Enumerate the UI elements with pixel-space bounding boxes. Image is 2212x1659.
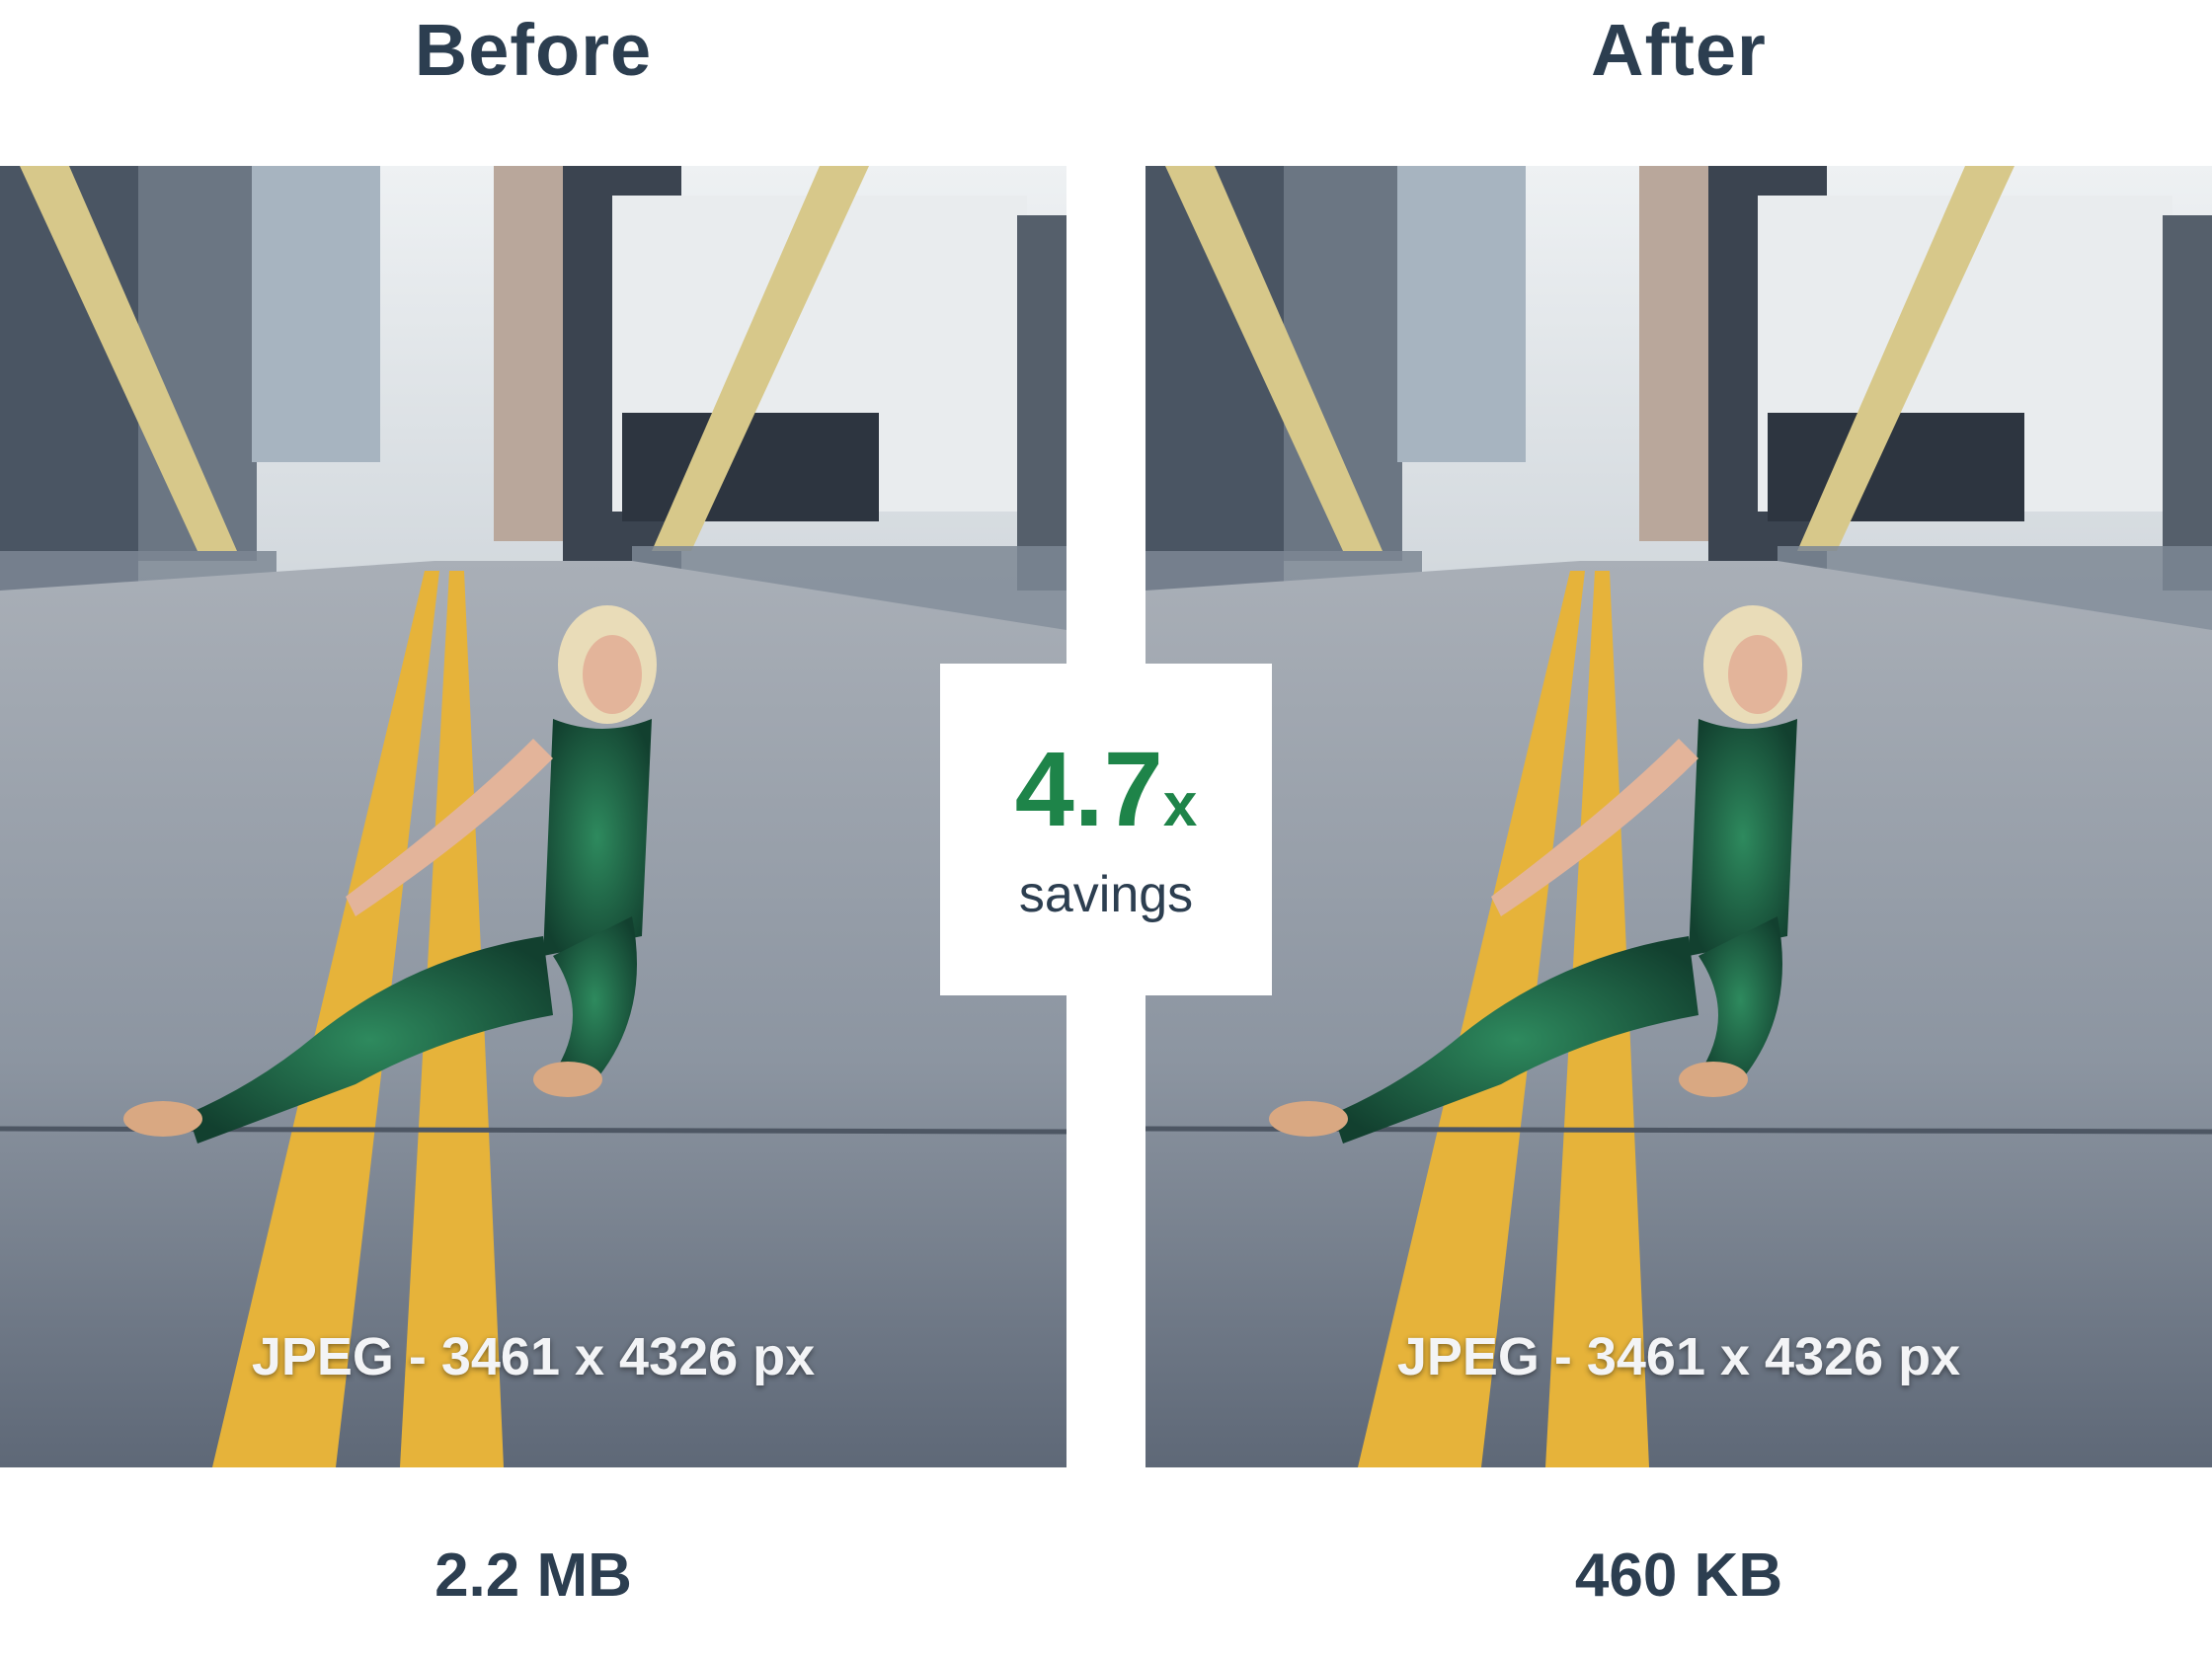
after-heading: After	[1591, 9, 1767, 91]
after-photo	[1146, 166, 2212, 1467]
before-file-size: 2.2 MB	[434, 1541, 632, 1610]
savings-multiplier: 4.7x	[940, 735, 1272, 860]
before-heading: Before	[414, 9, 653, 91]
after-image-panel: JPEG - 3461 x 4326 px	[1146, 166, 2212, 1467]
savings-badge: 4.7x savings	[940, 664, 1272, 995]
after-file-size: 460 KB	[1574, 1541, 1783, 1610]
savings-unit: x	[1162, 771, 1198, 839]
before-photo	[0, 166, 1066, 1467]
after-format-label: JPEG - 3461 x 4326 px	[1396, 1327, 1961, 1386]
savings-value: 4.7	[1014, 729, 1163, 848]
before-format-label: JPEG - 3461 x 4326 px	[251, 1327, 816, 1386]
before-image-panel: JPEG - 3461 x 4326 px	[0, 166, 1066, 1467]
savings-label: savings	[1018, 866, 1194, 923]
